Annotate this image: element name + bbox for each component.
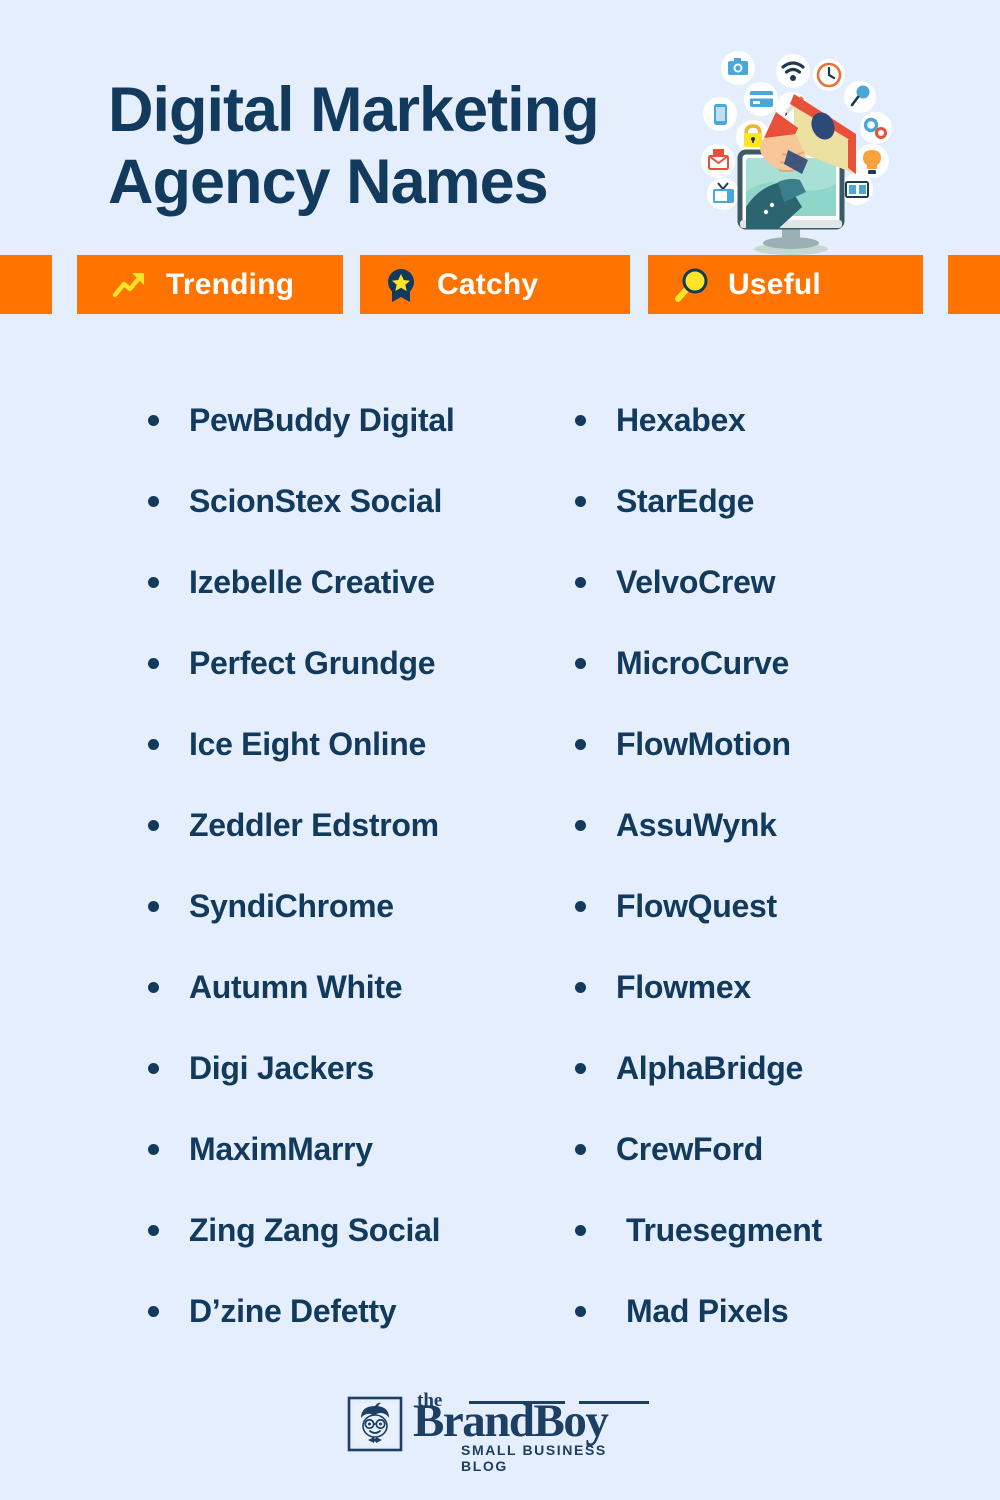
bullet-icon <box>575 1144 586 1155</box>
list-item[interactable]: FlowQuest <box>575 866 975 947</box>
ribbon-star-icon <box>382 266 420 304</box>
bullet-icon <box>575 1063 586 1074</box>
footer: the BrandBoy SMALL BUSINESS BLOG <box>0 1390 1000 1474</box>
list-item[interactable]: FlowMotion <box>575 704 975 785</box>
list-item-label: AlphaBridge <box>616 1050 803 1086</box>
badge-trending[interactable]: Trending <box>77 255 343 314</box>
list-item[interactable]: Autumn White <box>148 947 568 1028</box>
boy-face-logo-icon <box>347 1396 403 1452</box>
bullet-icon <box>575 901 586 912</box>
bullet-icon <box>575 496 586 507</box>
bullet-icon <box>575 658 586 669</box>
bullet-icon <box>148 577 159 588</box>
list-item[interactable]: Izebelle Creative <box>148 542 568 623</box>
logo-tagline: SMALL BUSINESS BLOG <box>461 1442 607 1474</box>
trending-arrow-icon <box>111 266 149 304</box>
page-title-line-1: Digital Marketing <box>108 75 600 145</box>
list-item-label: Izebelle Creative <box>189 564 435 600</box>
list-item[interactable]: SyndiChrome <box>148 866 568 947</box>
brandboy-wordmark: the BrandBoy SMALL BUSINESS BLOG <box>413 1390 653 1474</box>
list-item[interactable]: Flowmex <box>575 947 975 1028</box>
logo-the-text: the <box>417 1390 443 1411</box>
list-item-label: Mad Pixels <box>626 1293 789 1329</box>
list-item[interactable]: MaximMarry <box>148 1109 568 1190</box>
list-item[interactable]: Zing Zang Social <box>148 1190 568 1271</box>
bullet-icon <box>148 1063 159 1074</box>
name-list-left-column: PewBuddy Digital ScionStex Social Izebel… <box>148 380 568 1352</box>
list-item[interactable]: Ice Eight Online <box>148 704 568 785</box>
list-item-label: FlowMotion <box>616 726 791 762</box>
bullet-icon <box>575 982 586 993</box>
name-lists: PewBuddy Digital ScionStex Social Izebel… <box>0 380 1000 1370</box>
bullet-icon <box>148 1306 159 1317</box>
orange-edge-block-left <box>0 255 52 314</box>
bullet-icon <box>148 1225 159 1236</box>
magnifier-icon <box>673 266 711 304</box>
name-list-right-column: Hexabex StarEdge VelvoCrew MicroCurve Fl… <box>575 380 975 1352</box>
list-item[interactable]: CrewFord <box>575 1109 975 1190</box>
list-item[interactable]: AssuWynk <box>575 785 975 866</box>
header: Digital Marketing Agency Names <box>0 0 1000 255</box>
orange-edge-block-right <box>948 255 1000 314</box>
bullet-icon <box>575 1225 586 1236</box>
list-item-label: ScionStex Social <box>189 483 443 519</box>
list-item-label: D’zine Defetty <box>189 1293 397 1329</box>
list-item-label: FlowQuest <box>616 888 777 924</box>
bullet-icon <box>575 820 586 831</box>
list-item[interactable]: Digi Jackers <box>148 1028 568 1109</box>
list-item-label: StarEdge <box>616 483 755 519</box>
bullet-icon <box>148 982 159 993</box>
list-item[interactable]: Mad Pixels <box>575 1271 975 1352</box>
list-item-label: PewBuddy Digital <box>189 402 455 438</box>
list-item-label: Autumn White <box>189 969 403 1005</box>
list-item-label: MicroCurve <box>616 645 790 681</box>
bullet-icon <box>575 577 586 588</box>
list-item[interactable]: PewBuddy Digital <box>148 380 568 461</box>
page-title-line-2: Agency Names <box>108 147 549 217</box>
bullet-icon <box>575 739 586 750</box>
list-item[interactable]: Truesegment <box>575 1190 975 1271</box>
list-item[interactable]: StarEdge <box>575 461 975 542</box>
badge-catchy-label: Catchy <box>437 267 539 301</box>
bullet-icon <box>148 901 159 912</box>
list-item[interactable]: Hexabex <box>575 380 975 461</box>
list-item-label: Zing Zang Social <box>189 1212 441 1248</box>
list-item[interactable]: MicroCurve <box>575 623 975 704</box>
brandboy-logo[interactable]: the BrandBoy SMALL BUSINESS BLOG <box>347 1390 653 1474</box>
badge-trending-label: Trending <box>166 267 295 301</box>
list-item-label: Digi Jackers <box>189 1050 374 1086</box>
badge-useful[interactable]: Useful <box>648 255 923 314</box>
megaphone-from-monitor-illustration <box>690 42 910 257</box>
list-item-label: SyndiChrome <box>189 888 394 924</box>
list-item[interactable]: D’zine Defetty <box>148 1271 568 1352</box>
bullet-icon <box>575 1306 586 1317</box>
list-item-label: VelvoCrew <box>616 564 776 600</box>
list-item[interactable]: AlphaBridge <box>575 1028 975 1109</box>
list-item[interactable]: ScionStex Social <box>148 461 568 542</box>
bullet-icon <box>148 496 159 507</box>
list-item[interactable]: Zeddler Edstrom <box>148 785 568 866</box>
list-item-label: MaximMarry <box>189 1131 373 1167</box>
page-title: Digital Marketing Agency Names <box>108 74 728 218</box>
list-item-label: Truesegment <box>626 1212 822 1248</box>
bullet-icon <box>148 415 159 426</box>
badge-catchy[interactable]: Catchy <box>360 255 630 314</box>
list-item-label: Ice Eight Online <box>189 726 427 762</box>
badge-row: Trending Catchy Useful <box>0 255 1000 314</box>
list-item-label: Perfect Grundge <box>189 645 436 681</box>
list-item[interactable]: VelvoCrew <box>575 542 975 623</box>
list-item-label: AssuWynk <box>616 807 777 843</box>
bullet-icon <box>148 739 159 750</box>
bullet-icon <box>148 820 159 831</box>
list-item-label: CrewFord <box>616 1131 763 1167</box>
list-item-label: Flowmex <box>616 969 751 1005</box>
infographic-page: Digital Marketing Agency Names Trending … <box>0 0 1000 1500</box>
list-item-label: Hexabex <box>616 402 746 438</box>
list-item[interactable]: Perfect Grundge <box>148 623 568 704</box>
bullet-icon <box>148 658 159 669</box>
badge-useful-label: Useful <box>728 267 821 301</box>
bullet-icon <box>148 1144 159 1155</box>
list-item-label: Zeddler Edstrom <box>189 807 439 843</box>
bullet-icon <box>575 415 586 426</box>
